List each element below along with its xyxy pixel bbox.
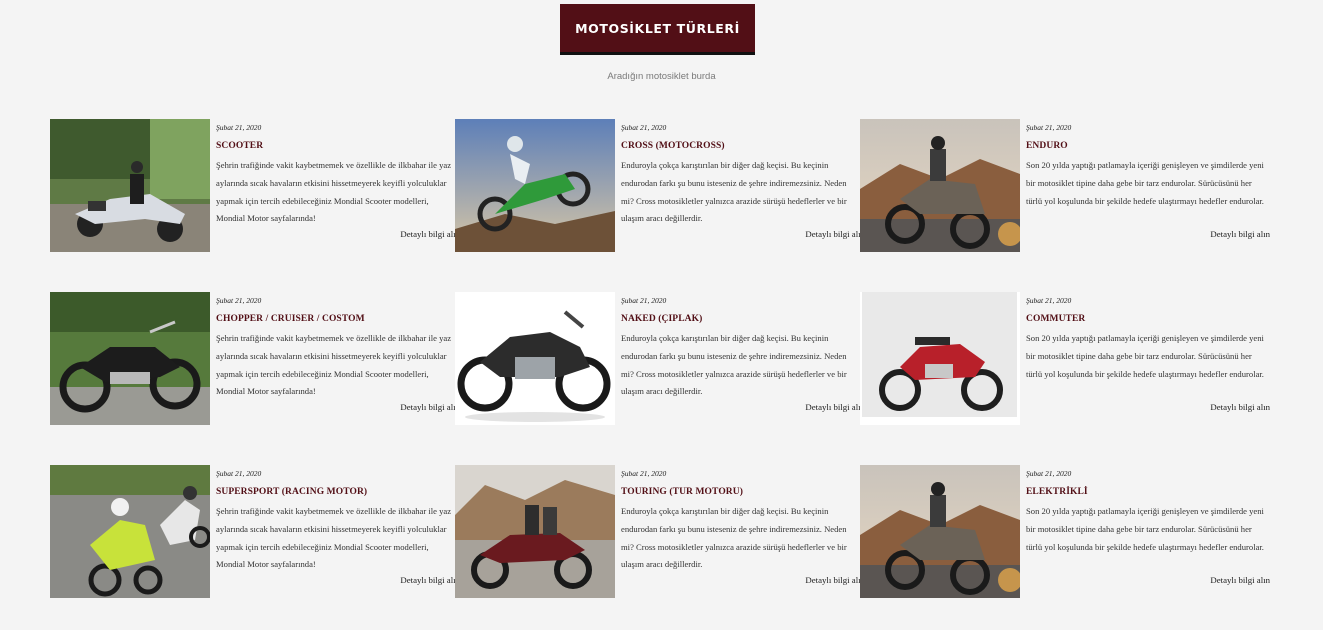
card-date: Şubat 21, 2020 [216, 296, 262, 305]
card-date: Şubat 21, 2020 [216, 469, 262, 478]
details-link[interactable]: Detaylı bilgi alın [400, 229, 460, 239]
card-naked: Şubat 21, 2020 NAKED (ÇIPLAK) Enduroyla … [455, 292, 865, 427]
card-info: Şubat 21, 2020 TOURING (TUR MOTORU) Endu… [621, 469, 865, 575]
details-link[interactable]: Detaylı bilgi alın [1210, 575, 1270, 585]
card-description: Son 20 yılda yaptığı patlamayla içeriği … [1026, 333, 1264, 379]
card-enduro: Şubat 21, 2020 ENDURO Son 20 yılda yaptı… [860, 119, 1270, 254]
card-title[interactable]: ENDURO [1026, 141, 1270, 154]
card-description: Şehrin trafiğinde vakit kaybetmemek ve ö… [216, 333, 452, 397]
scooter-image[interactable] [50, 119, 210, 252]
card-description: Enduroyla çokça karıştırılan bir diğer d… [621, 160, 847, 224]
card-date: Şubat 21, 2020 [621, 469, 667, 478]
supersport-image[interactable] [50, 465, 210, 598]
card-info: Şubat 21, 2020 CHOPPER / CRUISER / COSTO… [216, 296, 460, 402]
card-info: Şubat 21, 2020 ELEKTRİKLİ Son 20 yılda y… [1026, 469, 1270, 575]
card-info: Şubat 21, 2020 COMMUTER Son 20 yılda yap… [1026, 296, 1270, 402]
card-info: Şubat 21, 2020 SUPERSPORT (RACING MOTOR)… [216, 469, 460, 575]
card-description: Son 20 yılda yaptığı patlamayla içeriği … [1026, 506, 1264, 552]
card-description: Şehrin trafiğinde vakit kaybetmemek ve ö… [216, 506, 452, 570]
details-link[interactable]: Detaylı bilgi alın [805, 402, 865, 412]
card-title[interactable]: NAKED (ÇIPLAK) [621, 314, 865, 327]
card-scooter: Şubat 21, 2020 SCOOTER Şehrin trafiğinde… [50, 119, 460, 254]
card-cross: Şubat 21, 2020 CROSS (MOTOCROSS) Enduroy… [455, 119, 865, 254]
card-supersport: Şubat 21, 2020 SUPERSPORT (RACING MOTOR)… [50, 465, 460, 600]
card-title[interactable]: CHOPPER / CRUISER / COSTOM [216, 314, 460, 327]
card-info: Şubat 21, 2020 CROSS (MOTOCROSS) Enduroy… [621, 123, 865, 229]
naked-image[interactable] [455, 292, 615, 425]
card-date: Şubat 21, 2020 [621, 296, 667, 305]
card-date: Şubat 21, 2020 [1026, 469, 1072, 478]
card-date: Şubat 21, 2020 [621, 123, 667, 132]
page-subtitle: Aradığın motosiklet burda [607, 71, 716, 82]
touring-image[interactable] [455, 465, 615, 598]
chopper-image[interactable] [50, 292, 210, 425]
card-description: Enduroyla çokça karıştırılan bir diğer d… [621, 333, 847, 397]
details-link[interactable]: Detaylı bilgi alın [1210, 402, 1270, 412]
card-info: Şubat 21, 2020 ENDURO Son 20 yılda yaptı… [1026, 123, 1270, 229]
card-title[interactable]: TOURING (TUR MOTORU) [621, 487, 865, 500]
card-date: Şubat 21, 2020 [1026, 123, 1072, 132]
card-date: Şubat 21, 2020 [216, 123, 262, 132]
card-title[interactable]: ELEKTRİKLİ [1026, 487, 1270, 500]
electric-image[interactable] [860, 465, 1020, 598]
commuter-image[interactable] [860, 292, 1020, 425]
details-link[interactable]: Detaylı bilgi alın [400, 402, 460, 412]
cross-image[interactable] [455, 119, 615, 252]
details-link[interactable]: Detaylı bilgi alın [805, 575, 865, 585]
card-info: Şubat 21, 2020 NAKED (ÇIPLAK) Enduroyla … [621, 296, 865, 402]
card-description: Enduroyla çokça karıştırılan bir diğer d… [621, 506, 847, 570]
card-date: Şubat 21, 2020 [1026, 296, 1072, 305]
card-info: Şubat 21, 2020 SCOOTER Şehrin trafiğinde… [216, 123, 460, 229]
details-link[interactable]: Detaylı bilgi alın [805, 229, 865, 239]
card-commuter: Şubat 21, 2020 COMMUTER Son 20 yılda yap… [860, 292, 1270, 427]
card-chopper: Şubat 21, 2020 CHOPPER / CRUISER / COSTO… [50, 292, 460, 427]
card-title[interactable]: SUPERSPORT (RACING MOTOR) [216, 487, 460, 500]
card-title[interactable]: COMMUTER [1026, 314, 1270, 327]
card-title[interactable]: CROSS (MOTOCROSS) [621, 141, 865, 154]
card-description: Son 20 yılda yaptığı patlamayla içeriği … [1026, 160, 1264, 206]
details-link[interactable]: Detaylı bilgi alın [1210, 229, 1270, 239]
card-title[interactable]: SCOOTER [216, 141, 460, 154]
card-electric: Şubat 21, 2020 ELEKTRİKLİ Son 20 yılda y… [860, 465, 1270, 600]
motorcycle-types-button[interactable]: MOTOSİKLET TÜRLERİ [560, 4, 755, 55]
enduro-image[interactable] [860, 119, 1020, 252]
details-link[interactable]: Detaylı bilgi alın [400, 575, 460, 585]
card-description: Şehrin trafiğinde vakit kaybetmemek ve ö… [216, 160, 452, 224]
card-touring: Şubat 21, 2020 TOURING (TUR MOTORU) Endu… [455, 465, 865, 600]
